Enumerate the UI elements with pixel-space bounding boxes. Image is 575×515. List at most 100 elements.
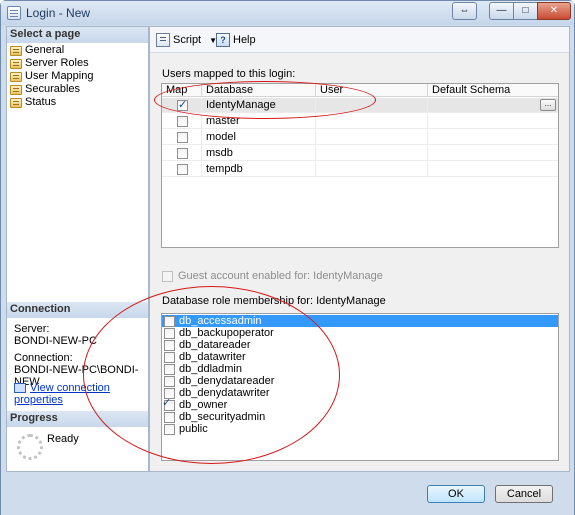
table-row[interactable]: master — [162, 114, 558, 129]
title-bar[interactable]: Login - New ⇔ — □ ✕ — [1, 1, 574, 25]
column-header-default-schema[interactable]: Default Schema — [428, 84, 558, 97]
role-name: public — [179, 423, 208, 435]
schema-cell[interactable] — [428, 114, 558, 129]
page-item-label: Status — [25, 96, 57, 108]
table-row[interactable]: msdb — [162, 146, 558, 161]
view-connection-properties[interactable]: View connection properties — [14, 382, 148, 406]
column-header-map[interactable]: Map — [162, 84, 202, 97]
role-name: db_datareader — [179, 339, 251, 351]
users-mapped-label: Users mapped to this login: — [162, 68, 296, 80]
schema-cell[interactable] — [428, 146, 558, 161]
page-icon — [10, 45, 22, 56]
page-item-label: User Mapping — [25, 70, 94, 82]
help-button[interactable]: Help — [216, 33, 256, 47]
page-item-general[interactable]: General — [10, 44, 93, 57]
minimize-button[interactable]: — — [489, 2, 514, 20]
list-item[interactable]: db_datareader — [162, 339, 558, 351]
guest-account-label: Guest account enabled for: IdentyManage — [178, 270, 383, 282]
list-item[interactable]: db_denydatawriter — [162, 387, 558, 399]
left-pane: Select a page General Server Roles User … — [6, 26, 149, 472]
role-name: db_datawriter — [179, 351, 246, 363]
progress-header: Progress — [7, 411, 148, 427]
role-checkbox[interactable] — [164, 375, 175, 387]
role-checkbox[interactable] — [164, 423, 175, 435]
page-icon — [10, 58, 22, 69]
role-checkbox[interactable] — [164, 363, 175, 375]
table-row[interactable]: model — [162, 130, 558, 145]
list-item[interactable]: db_ddladmin — [162, 363, 558, 375]
list-item[interactable]: db_denydatareader — [162, 375, 558, 387]
map-checkbox[interactable] — [177, 98, 188, 111]
maximize-button[interactable]: □ — [513, 2, 538, 20]
database-cell: msdb — [202, 146, 316, 161]
script-button[interactable]: Script ▼ — [156, 33, 217, 47]
connection-header: Connection — [7, 302, 148, 318]
page-icon — [10, 84, 22, 95]
role-checkbox[interactable] — [164, 339, 175, 351]
script-icon — [156, 33, 170, 47]
role-name: db_denydatareader — [179, 375, 275, 387]
list-item[interactable]: db_backupoperator — [162, 327, 558, 339]
user-cell[interactable] — [316, 98, 428, 113]
role-name: db_accessadmin — [179, 315, 262, 327]
guest-account-checkbox — [162, 270, 173, 282]
help-icon — [216, 33, 230, 47]
page-item-status[interactable]: Status — [10, 96, 93, 109]
schema-cell[interactable] — [428, 130, 558, 145]
page-item-user-mapping[interactable]: User Mapping — [10, 70, 93, 83]
page-item-label: General — [25, 44, 65, 56]
column-header-database[interactable]: Database — [202, 84, 316, 97]
user-cell[interactable] — [316, 114, 428, 129]
role-checkbox[interactable] — [164, 399, 175, 411]
window-title: Login - New — [26, 6, 91, 20]
map-checkbox[interactable] — [177, 164, 188, 175]
cancel-button[interactable]: Cancel — [495, 485, 553, 503]
connection-properties-icon — [14, 383, 26, 394]
role-checkbox[interactable] — [164, 411, 175, 423]
database-cell: model — [202, 130, 316, 145]
map-checkbox[interactable] — [177, 132, 188, 143]
page-item-server-roles[interactable]: Server Roles — [10, 57, 93, 70]
guest-account-option: Guest account enabled for: IdentyManage — [162, 270, 383, 282]
restore-button[interactable]: ⇔ — [452, 2, 477, 20]
script-label: Script — [173, 34, 202, 46]
table-row[interactable]: tempdb — [162, 162, 558, 177]
page-list: General Server Roles User Mapping Secura… — [10, 44, 93, 109]
role-checkbox[interactable] — [164, 315, 175, 327]
list-item[interactable]: db_securityadmin — [162, 411, 558, 423]
close-button[interactable]: ✕ — [537, 2, 571, 20]
role-name: db_denydatawriter — [179, 387, 270, 399]
list-item[interactable]: db_accessadmin — [162, 315, 558, 327]
user-cell[interactable] — [316, 162, 428, 177]
role-checkbox[interactable] — [164, 351, 175, 363]
role-checkbox[interactable] — [164, 327, 175, 339]
table-row[interactable]: IdentyManage ... — [162, 98, 558, 113]
view-connection-link[interactable]: View connection properties — [14, 382, 110, 406]
progress-spinner-icon — [17, 434, 43, 460]
role-name: db_owner — [179, 399, 228, 411]
map-checkbox[interactable] — [177, 148, 188, 159]
role-membership-list[interactable]: db_accessadmin db_backupoperator db_data… — [161, 313, 559, 461]
list-item[interactable]: db_datawriter — [162, 351, 558, 363]
schema-cell[interactable] — [428, 162, 558, 177]
role-name: db_backupoperator — [179, 327, 274, 339]
list-item[interactable]: public — [162, 423, 558, 435]
user-cell[interactable] — [316, 130, 428, 145]
map-checkbox[interactable] — [177, 116, 188, 127]
page-item-securables[interactable]: Securables — [10, 83, 93, 96]
server-label: Server: — [14, 323, 50, 335]
page-icon — [10, 71, 22, 82]
user-cell[interactable] — [316, 146, 428, 161]
database-cell: master — [202, 114, 316, 129]
browse-schema-button[interactable]: ... — [540, 99, 556, 111]
users-mapped-grid[interactable]: Map Database User Default Schema IdentyM… — [161, 83, 559, 248]
ok-button[interactable]: OK — [427, 485, 485, 503]
database-cell: tempdb — [202, 162, 316, 177]
right-pane: Script ▼ Help Users mapped to this login… — [149, 26, 570, 472]
list-item[interactable]: db_owner — [162, 399, 558, 411]
page-item-label: Server Roles — [25, 57, 89, 69]
database-cell: IdentyManage — [202, 98, 316, 113]
progress-status: Ready — [47, 433, 79, 445]
schema-cell[interactable] — [428, 98, 558, 113]
column-header-user[interactable]: User — [316, 84, 428, 97]
